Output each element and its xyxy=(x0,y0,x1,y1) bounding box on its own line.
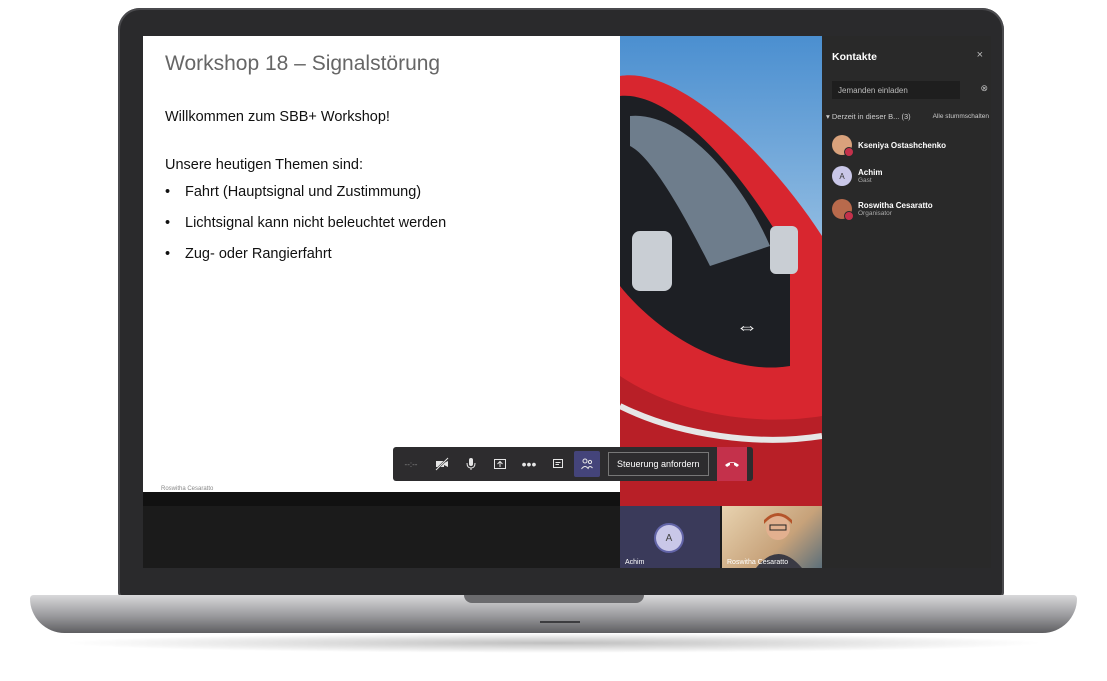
share-screen-icon[interactable] xyxy=(487,451,513,477)
more-options-icon[interactable]: ••• xyxy=(516,451,542,477)
avatar xyxy=(832,135,854,157)
microphone-icon[interactable] xyxy=(458,451,484,477)
participant-item[interactable]: Kseniya Ostashchenko xyxy=(832,132,946,158)
video-tile-name: Roswitha Cesaratto xyxy=(727,559,789,566)
status-badge xyxy=(844,147,854,157)
mute-all-button[interactable]: Alle stummschalten xyxy=(933,113,989,120)
status-badge xyxy=(844,211,854,221)
slide-bullet: • Fahrt (Hauptsignal und Zustimmung) xyxy=(165,184,422,200)
stage-strip xyxy=(143,492,620,506)
participant-name: Roswitha Cesaratto xyxy=(858,201,933,210)
shared-slide: Workshop 18 – Signalstörung Willkommen z… xyxy=(143,36,620,492)
participant-role: Gast xyxy=(858,177,872,184)
video-tile-achim[interactable]: A Achim xyxy=(620,506,720,568)
slide-bullet: • Zug- oder Rangierfahrt xyxy=(165,246,332,262)
panel-title: Kontakte xyxy=(832,51,877,63)
link-icon[interactable]: ⊗ xyxy=(980,83,988,94)
participant-item[interactable]: A Achim Gast xyxy=(832,163,882,189)
participants-icon[interactable] xyxy=(574,451,600,477)
slide-topics-heading: Unsere heutigen Themen sind: xyxy=(165,157,364,173)
video-tile-roswitha[interactable]: Roswitha Cesaratto xyxy=(722,506,822,568)
avatar: A xyxy=(832,166,852,186)
participant-role: Organisator xyxy=(858,210,892,217)
avatar xyxy=(832,199,854,221)
laptop-screen: Workshop 18 – Signalstörung Willkommen z… xyxy=(143,36,991,568)
participants-section-header[interactable]: ▾ Derzeit in dieser B... (3) xyxy=(826,112,911,121)
close-icon[interactable]: × xyxy=(977,49,983,61)
video-tile-name: Achim xyxy=(625,559,645,566)
laptop-base xyxy=(30,595,1077,633)
meeting-control-bar: --:-- ••• Steuerung anfordern xyxy=(393,447,753,481)
slide-title: Workshop 18 – Signalstörung xyxy=(165,52,441,75)
participant-item[interactable]: Roswitha Cesaratto Organisator xyxy=(832,196,933,222)
participant-name: Kseniya Ostashchenko xyxy=(858,140,947,150)
invite-input[interactable]: Jemanden einladen xyxy=(832,81,960,99)
slide-bullet-list: • Fahrt (Hauptsignal und Zustimmung) • Lic… xyxy=(165,184,446,277)
slide-bullet: • Lichtsignal kann nicht beleuchtet werde… xyxy=(165,215,447,231)
laptop-hinge-line xyxy=(540,621,580,623)
sbb-logo: ⇔ xyxy=(736,314,758,339)
hang-up-icon[interactable] xyxy=(716,447,747,481)
laptop-notch xyxy=(464,595,644,603)
train-illustration xyxy=(620,75,822,506)
chat-icon[interactable] xyxy=(545,451,571,477)
avatar: A xyxy=(656,525,682,551)
camera-off-icon[interactable] xyxy=(429,451,455,477)
laptop-shadow xyxy=(60,633,1047,653)
train-photo: ⇔ xyxy=(620,36,822,506)
request-control-button[interactable]: Steuerung anfordern xyxy=(608,452,709,476)
call-timer: --:-- xyxy=(404,459,418,469)
participant-name: Achim xyxy=(858,168,883,177)
slide-welcome: Willkommen zum SBB+ Workshop! xyxy=(165,109,390,125)
contacts-panel: Kontakte × Jemanden einladen ⊗ ▾ Derzeit… xyxy=(822,36,991,568)
